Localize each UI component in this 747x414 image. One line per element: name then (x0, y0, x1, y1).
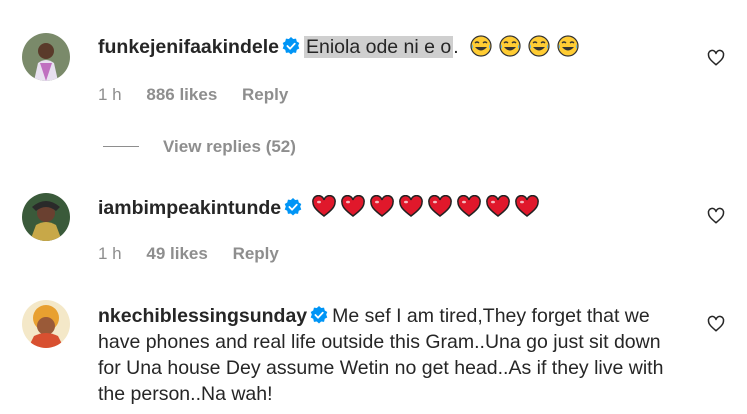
like-heart-icon[interactable] (707, 49, 725, 67)
avatar[interactable] (22, 33, 70, 81)
comment-meta: 1 h 886 likes Reply (98, 85, 308, 105)
red-heart-icon (514, 195, 539, 217)
comment-text: iambimpeakintunde (98, 195, 687, 224)
red-heart-icon (398, 195, 423, 217)
red-heart-icon (340, 195, 365, 217)
timestamp[interactable]: 1 h (98, 85, 122, 104)
like-heart-icon[interactable] (707, 315, 725, 333)
hearts-emoji-row (311, 195, 544, 224)
comment-meta: 1 h 49 likes Reply (98, 244, 299, 264)
like-heart-icon[interactable] (707, 207, 725, 225)
verified-badge-icon (282, 37, 300, 55)
comment-text: nkechiblessingsunday Me sef I am tired,Th… (98, 303, 687, 407)
likes-count[interactable]: 886 likes (146, 85, 217, 104)
red-heart-icon (369, 195, 394, 217)
comment-text: funkejenifaakindele Eniola ode ni e o. (98, 34, 687, 60)
red-heart-icon (311, 195, 336, 217)
red-heart-icon (427, 195, 452, 217)
face-with-tears-of-joy-icon (556, 35, 579, 57)
avatar[interactable] (22, 193, 70, 241)
face-with-tears-of-joy-icon (469, 35, 492, 57)
likes-count[interactable]: 49 likes (146, 244, 207, 263)
face-with-tears-of-joy-icon (527, 35, 550, 57)
username[interactable]: funkejenifaakindele (98, 36, 279, 58)
username[interactable]: nkechiblessingsunday (98, 305, 307, 327)
face-with-tears-of-joy-icon (498, 35, 521, 57)
red-heart-icon (485, 195, 510, 217)
reply-button[interactable]: Reply (233, 244, 279, 263)
reply-button[interactable]: Reply (242, 85, 288, 104)
avatar[interactable] (22, 300, 70, 348)
red-heart-icon (456, 195, 481, 217)
verified-badge-icon (284, 198, 302, 216)
view-replies-button[interactable]: View replies (52) (103, 137, 296, 157)
verified-badge-icon (310, 306, 328, 324)
highlighted-text: Eniola ode ni e o (303, 36, 454, 58)
username[interactable]: iambimpeakintunde (98, 197, 281, 219)
divider-line (103, 146, 139, 147)
timestamp[interactable]: 1 h (98, 244, 122, 263)
text-suffix: . (453, 36, 459, 58)
